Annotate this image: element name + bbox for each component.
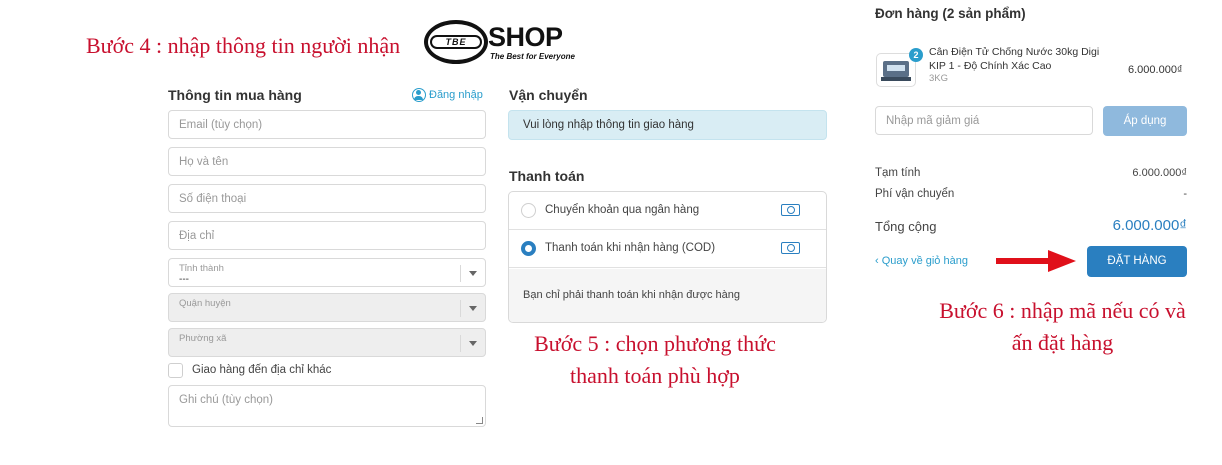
back-to-cart-link[interactable]: ‹ Quay về giỏ hàng xyxy=(875,255,968,267)
product-name: Cân Điện Tử Chống Nước 30kg Digi KIP 1 -… xyxy=(929,46,1100,72)
select-divider xyxy=(460,265,461,282)
customer-info-title: Thông tin mua hàng xyxy=(168,87,302,103)
product-variant: 3KG xyxy=(929,73,949,84)
subtotal-value: 6.000.000₫ xyxy=(1132,167,1187,179)
step6-annotation-line1: Bước 6 : nhập mã nếu có và xyxy=(939,298,1186,323)
district-select[interactable]: Quận huyện xyxy=(168,293,486,322)
step4-annotation: Bước 4 : nhập thông tin người nhận xyxy=(86,33,401,58)
coupon-input[interactable]: Nhập mã giảm giá xyxy=(875,106,1093,135)
chevron-down-icon xyxy=(469,271,477,276)
shipping-message: Vui lòng nhập thông tin giao hàng xyxy=(508,110,827,140)
chevron-down-icon xyxy=(469,341,477,346)
bank-transfer-radio[interactable] xyxy=(521,203,536,218)
note-textarea[interactable]: Ghi chú (tùy chọn) xyxy=(168,385,486,427)
arrow-right-icon xyxy=(996,250,1076,272)
cod-radio[interactable] xyxy=(521,241,536,256)
name-field[interactable]: Họ và tên xyxy=(168,147,486,176)
shipping-fee-label: Phí vận chuyển xyxy=(875,188,955,200)
quantity-badge: 2 xyxy=(909,48,923,62)
cash-icon xyxy=(781,204,800,216)
address-field[interactable]: Địa chỉ xyxy=(168,221,486,250)
login-link[interactable]: Đăng nhập xyxy=(412,88,483,102)
shipping-fee-value: - xyxy=(1183,188,1187,200)
province-select[interactable]: Tỉnh thành --- xyxy=(168,258,486,287)
payment-option-cod[interactable]: Thanh toán khi nhận hàng (COD) xyxy=(509,230,826,268)
ship-other-label: Giao hàng đến địa chỉ khác xyxy=(192,364,332,376)
shop-logo: TBE SHOP The Best for Everyone xyxy=(424,18,584,68)
login-label: Đăng nhập xyxy=(429,88,483,101)
cash-icon xyxy=(781,242,800,254)
cod-label: Thanh toán khi nhận hàng (COD) xyxy=(545,242,716,254)
ship-other-checkbox[interactable] xyxy=(168,363,183,378)
subtotal-label: Tạm tính xyxy=(875,167,921,179)
ward-label: Phường xã xyxy=(179,333,227,344)
scale-image-icon xyxy=(883,61,909,77)
note-placeholder: Ghi chú (tùy chọn) xyxy=(179,394,273,406)
step5-annotation-line1: Bước 5 : chọn phương thức xyxy=(534,331,776,356)
payment-title: Thanh toán xyxy=(509,168,585,184)
district-label: Quận huyện xyxy=(179,298,231,309)
step5-annotation: Bước 5 : chọn phương thức thanh toán phù… xyxy=(520,328,790,392)
apply-coupon-button[interactable]: Áp dụng xyxy=(1103,106,1187,136)
cod-description: Bạn chỉ phải thanh toán khi nhận được hà… xyxy=(509,269,826,322)
province-value: --- xyxy=(179,274,189,285)
chevron-down-icon xyxy=(469,306,477,311)
province-label: Tỉnh thành xyxy=(179,263,224,274)
step6-annotation-line2: ấn đặt hàng xyxy=(1011,330,1114,355)
email-field[interactable]: Email (tùy chọn) xyxy=(168,110,486,139)
step5-annotation-line2: thanh toán phù hợp xyxy=(570,363,740,388)
total-value: 6.000.000₫ xyxy=(1112,217,1187,234)
bank-transfer-label: Chuyển khoản qua ngân hàng xyxy=(545,204,700,216)
product-price: 6.000.000₫ xyxy=(1128,64,1183,76)
step6-annotation: Bước 6 : nhập mã nếu có và ấn đặt hàng xyxy=(930,295,1195,359)
order-title: Đơn hàng (2 sản phẩm) xyxy=(875,6,1026,21)
logo-mark: TBE xyxy=(430,35,482,49)
total-label: Tổng cộng xyxy=(875,219,937,234)
select-divider xyxy=(460,335,461,352)
logo-tagline: The Best for Everyone xyxy=(490,52,575,61)
resize-handle-icon[interactable] xyxy=(476,417,483,424)
select-divider xyxy=(460,300,461,317)
ward-select[interactable]: Phường xã xyxy=(168,328,486,357)
payment-options: Chuyển khoản qua ngân hàng Thanh toán kh… xyxy=(508,191,827,323)
payment-option-bank[interactable]: Chuyển khoản qua ngân hàng xyxy=(509,192,826,230)
phone-field[interactable]: Số điện thoại xyxy=(168,184,486,213)
logo-name: SHOP xyxy=(488,22,563,52)
user-icon xyxy=(412,88,426,102)
shipping-title: Vận chuyển xyxy=(509,87,588,103)
scale-base xyxy=(881,77,911,81)
place-order-button[interactable]: ĐẶT HÀNG xyxy=(1087,246,1187,277)
